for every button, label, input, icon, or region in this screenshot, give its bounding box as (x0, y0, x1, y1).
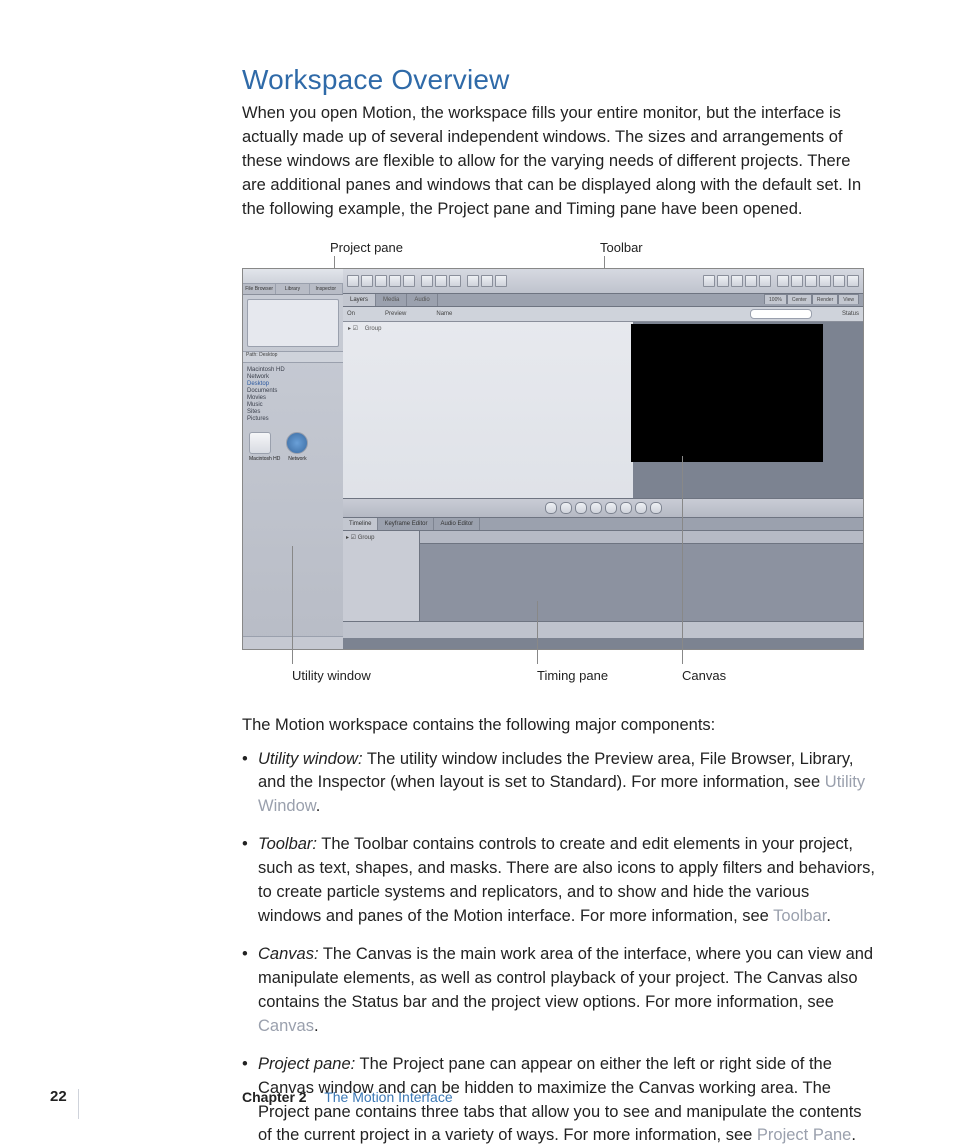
timing-pane-tabs: Timeline Keyframe Editor Audio Editor (343, 518, 863, 531)
canvas-window: 100% Center Render View Layers Media Aud… (343, 269, 863, 649)
chapter-title: The Motion Interface (324, 1089, 452, 1105)
transport-controls (343, 498, 863, 518)
figure-wrapper: Project pane Toolbar File Browser Librar… (242, 240, 876, 696)
xref-link[interactable]: Toolbar (773, 907, 826, 925)
components-intro: The Motion workspace contains the follow… (242, 714, 876, 738)
util-tab: Library (276, 284, 309, 294)
callout-timing-pane: Timing pane (537, 668, 608, 683)
drive-icon (249, 432, 271, 454)
intro-paragraph: When you open Motion, the workspace fill… (242, 102, 876, 222)
callout-utility-window: Utility window (292, 668, 371, 683)
workspace-screenshot: File Browser Library Inspector Path: Des… (242, 268, 864, 650)
toolbar (343, 269, 863, 294)
util-tab: File Browser (243, 284, 276, 294)
chapter-number: Chapter 2 (242, 1089, 307, 1105)
preview-area (247, 299, 339, 347)
list-item: Canvas: The Canvas is the main work area… (242, 943, 876, 1039)
xref-link[interactable]: Project Pane (757, 1126, 851, 1144)
search-input (750, 309, 812, 319)
list-item: Utility window: The utility window inclu… (242, 748, 876, 820)
utility-window: File Browser Library Inspector Path: Des… (243, 269, 344, 649)
list-item: Toolbar: The Toolbar contains controls t… (242, 833, 876, 929)
callout-canvas: Canvas (682, 668, 726, 683)
callout-project-pane: Project pane (330, 240, 403, 255)
util-tab: Inspector (310, 284, 343, 294)
page-number: 22 (50, 1088, 67, 1105)
callout-toolbar: Toolbar (600, 240, 643, 255)
xref-link[interactable]: Canvas (258, 1017, 314, 1035)
section-heading: Workspace Overview (242, 64, 876, 96)
timing-pane: ▸ ☑ Group (343, 531, 863, 621)
components-list: Utility window: The utility window inclu… (242, 748, 876, 1148)
network-icon (286, 432, 308, 454)
file-tree: Macintosh HD Network Desktop Documents M… (243, 363, 343, 426)
canvas-viewer (631, 324, 823, 462)
